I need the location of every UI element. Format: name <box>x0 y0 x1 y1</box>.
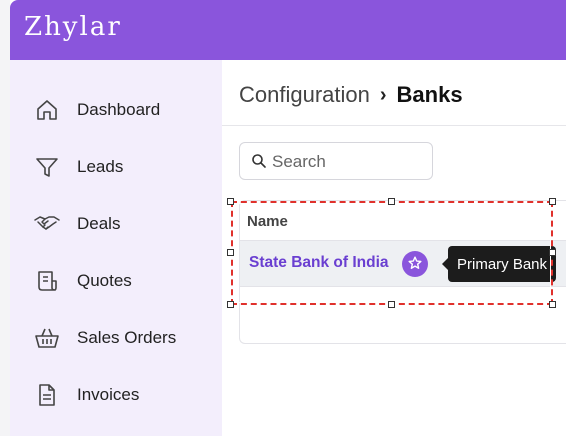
resize-handle-top-right[interactable] <box>549 198 556 205</box>
breadcrumb: Configuration › Banks <box>239 82 463 108</box>
sidebar-item-sales-orders[interactable]: Sales Orders <box>10 318 222 358</box>
table-row[interactable]: State Bank of India Primary Bank <box>240 241 566 287</box>
page-title: Banks <box>396 82 463 107</box>
resize-handle-top[interactable] <box>388 198 395 205</box>
home-icon <box>34 98 60 122</box>
tooltip: Primary Bank <box>441 246 557 282</box>
resize-handle-left[interactable] <box>227 249 234 256</box>
sidebar-item-label: Dashboard <box>77 100 161 119</box>
search-icon <box>251 153 267 169</box>
resize-handle-top-left[interactable] <box>227 198 234 205</box>
table-header: Name <box>240 201 566 241</box>
receipt-icon <box>34 269 60 293</box>
bank-name-link[interactable]: State Bank of India <box>249 254 389 272</box>
sidebar-item-quotes[interactable]: Quotes <box>10 261 222 301</box>
star-icon <box>408 255 422 274</box>
primary-bank-badge[interactable] <box>402 251 428 277</box>
sidebar-item-dashboard[interactable]: Dashboard <box>10 90 222 130</box>
document-icon <box>34 383 60 407</box>
sidebar: Dashboard Leads Deals Quotes Sales Order… <box>10 60 222 436</box>
sidebar-item-label: Deals <box>77 214 121 233</box>
sidebar-item-label: Sales Orders <box>77 328 177 347</box>
resize-handle-bottom-left[interactable] <box>227 301 234 308</box>
sidebar-item-leads[interactable]: Leads <box>10 147 222 187</box>
search-input[interactable] <box>272 150 422 174</box>
top-bar: Zhylar <box>10 0 566 60</box>
search-box[interactable] <box>239 142 433 180</box>
column-header-name[interactable]: Name <box>247 213 288 230</box>
basket-icon <box>34 326 60 350</box>
sidebar-item-deals[interactable]: Deals <box>10 204 222 244</box>
filter-icon <box>34 155 60 179</box>
sidebar-item-invoices[interactable]: Invoices <box>10 375 222 415</box>
main-content: Configuration › Banks Name State Bank of… <box>222 60 566 436</box>
page-header: Configuration › Banks <box>222 60 566 126</box>
resize-handle-right[interactable] <box>549 249 556 256</box>
breadcrumb-separator: › <box>379 83 387 106</box>
handshake-icon <box>34 212 60 236</box>
breadcrumb-configuration[interactable]: Configuration <box>239 82 370 108</box>
sidebar-item-label: Leads <box>77 157 124 176</box>
sidebar-item-label: Quotes <box>77 271 132 290</box>
resize-handle-bottom-right[interactable] <box>549 301 556 308</box>
brand-logo[interactable]: Zhylar <box>24 12 122 42</box>
banks-table: Name State Bank of India Primary Bank <box>239 200 566 344</box>
sidebar-item-label: Invoices <box>77 385 140 404</box>
resize-handle-bottom[interactable] <box>388 301 395 308</box>
